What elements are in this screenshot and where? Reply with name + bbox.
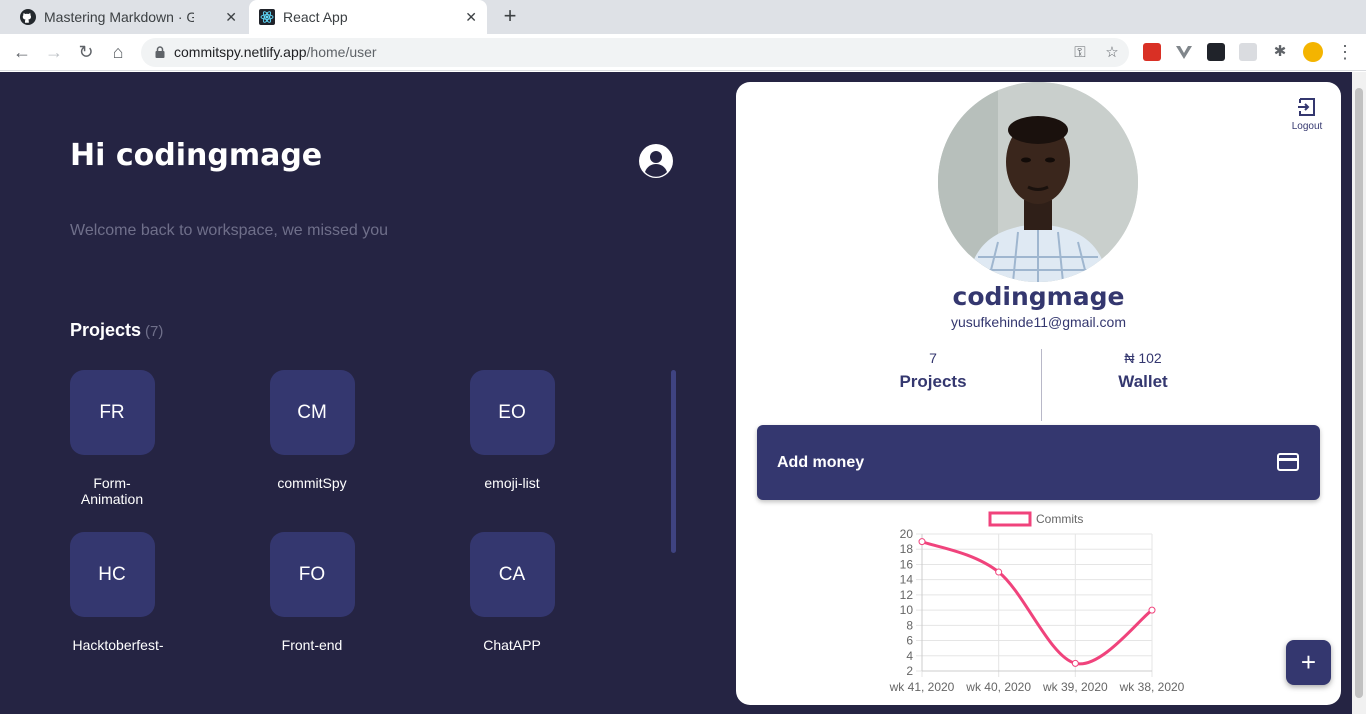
home-icon[interactable]: ⌂ bbox=[107, 41, 129, 63]
project-name: commitSpy bbox=[277, 475, 347, 491]
projects-count: (7) bbox=[145, 323, 164, 340]
react-icon bbox=[259, 9, 275, 25]
star-icon[interactable]: ☆ bbox=[1103, 44, 1121, 62]
tab-title: React App bbox=[283, 9, 348, 25]
x-tick-label: wk 38, 2020 bbox=[1119, 680, 1185, 694]
project-name: Hacktoberfest- bbox=[72, 637, 164, 653]
wallet-stat-value: ₦ 102 bbox=[1124, 350, 1162, 366]
projects-stat-value: 7 bbox=[929, 350, 937, 366]
y-tick-label: 18 bbox=[900, 542, 914, 556]
y-tick-label: 8 bbox=[906, 618, 913, 632]
project-card[interactable]: EO emoji-list bbox=[447, 370, 577, 491]
puzzle-icon[interactable]: ✱ bbox=[1271, 43, 1289, 61]
data-point bbox=[1071, 659, 1079, 667]
profile-card: Logout codingmage yusufkehinde11@gmail.c… bbox=[736, 82, 1341, 705]
y-tick-label: 12 bbox=[900, 588, 914, 602]
project-name: Form-Animation bbox=[80, 475, 144, 507]
stats-divider bbox=[1041, 349, 1042, 421]
logout-button[interactable]: Logout bbox=[1289, 96, 1325, 132]
vue-extension-icon[interactable] bbox=[1175, 43, 1193, 61]
page-scrollbar-thumb[interactable] bbox=[1355, 88, 1363, 698]
browser-toolbar: ← → ↻ ⌂ commitspy.netlify.app/home/user … bbox=[0, 34, 1366, 71]
url-host: commitspy.netlify.app bbox=[174, 44, 307, 60]
project-card[interactable]: CM commitSpy bbox=[247, 370, 377, 491]
data-point bbox=[1148, 606, 1156, 614]
project-name: emoji-list bbox=[484, 475, 540, 491]
page-scrollbar[interactable] bbox=[1352, 72, 1366, 714]
project-tile[interactable]: FO bbox=[269, 532, 355, 617]
close-tab-icon[interactable]: ✕ bbox=[225, 9, 237, 26]
wallet-stat: ₦ 102 Wallet bbox=[1043, 350, 1243, 392]
extension-icon[interactable] bbox=[1239, 43, 1257, 61]
credit-card-icon bbox=[1277, 453, 1299, 471]
data-point bbox=[995, 568, 1003, 576]
add-money-label: Add money bbox=[777, 454, 865, 471]
profile-email: yusufkehinde11@gmail.com bbox=[950, 314, 1127, 330]
project-tile[interactable]: CA bbox=[469, 532, 555, 617]
app-main: Hi codingmage Welcome back to workspace,… bbox=[0, 72, 1352, 714]
project-card[interactable]: FO Front-end bbox=[247, 532, 377, 653]
forward-icon[interactable]: → bbox=[43, 41, 65, 63]
logout-label: Logout bbox=[1291, 121, 1323, 132]
legend-swatch bbox=[988, 511, 1032, 527]
commits-series-line bbox=[921, 540, 1153, 666]
profile-avatar-icon[interactable] bbox=[1303, 42, 1323, 62]
project-tile[interactable]: FR bbox=[69, 370, 155, 455]
wallet-stat-label: Wallet bbox=[1118, 372, 1168, 391]
project-card[interactable]: CA ChatAPP bbox=[447, 532, 577, 653]
project-name: ChatAPP bbox=[483, 637, 541, 653]
project-tile[interactable]: EO bbox=[469, 370, 555, 455]
react-devtools-icon[interactable] bbox=[1207, 43, 1225, 61]
profile-photo bbox=[938, 82, 1138, 282]
address-bar[interactable]: commitspy.netlify.app/home/user ⚿ ☆ bbox=[141, 38, 1129, 67]
y-tick-label: 16 bbox=[900, 557, 914, 571]
projects-scrollbar[interactable] bbox=[671, 370, 676, 553]
extension-icon[interactable] bbox=[1143, 43, 1161, 61]
project-tile[interactable]: HC bbox=[69, 532, 155, 617]
lock-icon bbox=[155, 46, 165, 58]
greeting-heading: Hi codingmage bbox=[70, 138, 323, 173]
menu-icon[interactable]: ⋮ bbox=[1334, 41, 1356, 63]
y-tick-label: 14 bbox=[900, 573, 914, 587]
reload-icon[interactable]: ↻ bbox=[75, 41, 97, 63]
commits-line-chart: Commits 246 8101214 161820 wk 41, 2020 wk 40,… bbox=[889, 511, 1185, 694]
y-tick-label: 10 bbox=[900, 603, 914, 617]
back-icon[interactable]: ← bbox=[11, 41, 33, 63]
projects-stat-label: Projects bbox=[899, 372, 967, 391]
url-path: /home/user bbox=[306, 44, 377, 60]
key-icon[interactable]: ⚿ bbox=[1071, 44, 1089, 62]
y-tick-label: 20 bbox=[900, 527, 914, 541]
projects-stat: 7 Projects bbox=[833, 350, 1033, 392]
project-name: Front-end bbox=[281, 637, 343, 653]
tab-title: Mastering Markdown · GitHub bbox=[44, 9, 194, 25]
welcome-subtitle: Welcome back to workspace, we missed you bbox=[70, 222, 389, 239]
projects-heading-label: Projects bbox=[70, 320, 142, 340]
github-icon bbox=[20, 9, 36, 25]
user-circle-icon[interactable] bbox=[639, 144, 673, 178]
legend-label: Commits bbox=[1036, 512, 1083, 526]
y-tick-label: 2 bbox=[906, 664, 913, 678]
x-tick-label: wk 40, 2020 bbox=[965, 680, 1031, 694]
add-project-fab[interactable]: + bbox=[1286, 640, 1331, 685]
x-tick-label: wk 41, 2020 bbox=[889, 680, 955, 694]
project-card[interactable]: FR Form-Animation bbox=[47, 370, 177, 507]
tab-mastering-markdown[interactable]: Mastering Markdown · GitHub ✕ bbox=[12, 0, 247, 34]
add-money-button[interactable]: Add money bbox=[757, 425, 1320, 500]
browser-tab-bar: Mastering Markdown · GitHub ✕ React App … bbox=[0, 0, 1366, 34]
close-tab-icon[interactable]: ✕ bbox=[465, 9, 477, 26]
projects-heading: Projects (7) bbox=[70, 320, 163, 341]
project-tile[interactable]: CM bbox=[269, 370, 355, 455]
avatar bbox=[938, 82, 1138, 282]
new-tab-button[interactable]: + bbox=[498, 5, 522, 29]
url-text: commitspy.netlify.app/home/user bbox=[174, 44, 377, 60]
project-card[interactable]: HC Hacktoberfest- bbox=[47, 532, 177, 653]
data-point bbox=[918, 538, 926, 546]
tab-react-app[interactable]: React App ✕ bbox=[249, 0, 487, 34]
y-tick-label: 6 bbox=[906, 634, 913, 648]
profile-username: codingmage bbox=[952, 282, 1125, 311]
logout-icon bbox=[1298, 98, 1315, 116]
x-tick-label: wk 39, 2020 bbox=[1042, 680, 1108, 694]
y-tick-label: 4 bbox=[906, 649, 913, 663]
